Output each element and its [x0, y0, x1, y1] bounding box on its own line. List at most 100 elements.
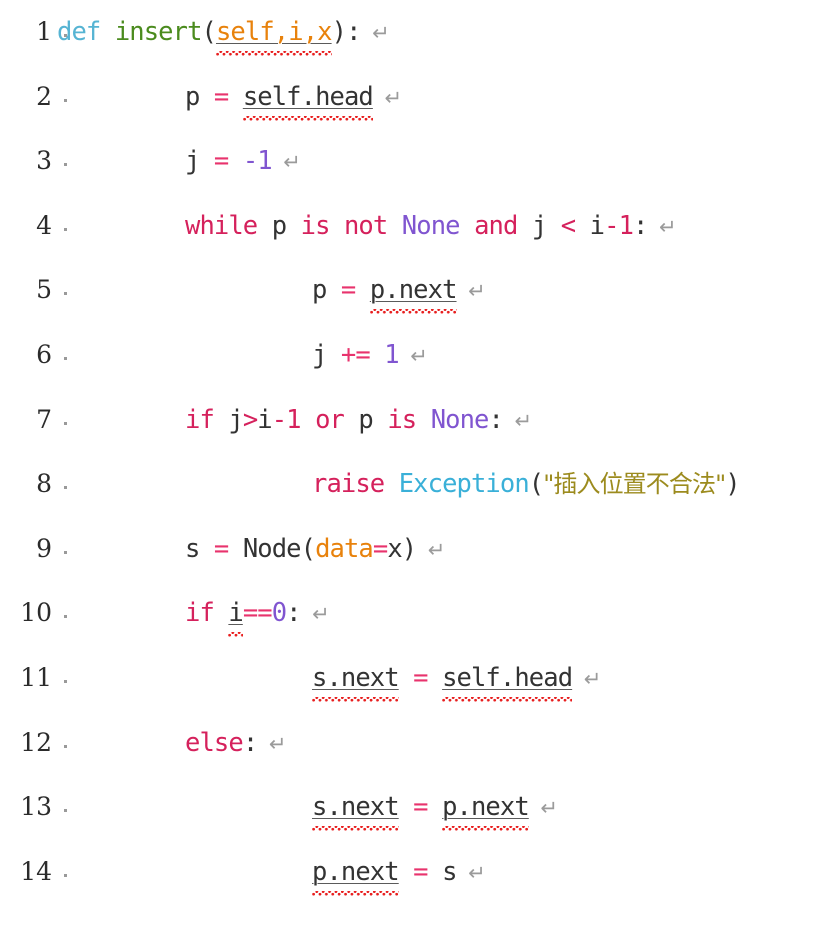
- code-token: data: [315, 533, 374, 564]
- code-lines-container: 1 def insert(self,i,x): ↵ 2 p = self.head ↵…: [0, 0, 824, 904]
- code-line[interactable]: 9s = Node(data=x) ↵: [0, 517, 824, 582]
- code-text[interactable]: j = -1 ↵: [52, 129, 824, 195]
- line-number: 5: [36, 275, 52, 305]
- code-token: (: [528, 469, 544, 500]
- code-line[interactable]: 1 def insert(self,i,x): ↵: [0, 0, 824, 65]
- code-token: Node: [242, 533, 302, 564]
- code-token: x: [387, 533, 402, 564]
- code-editor[interactable]: 1 def insert(self,i,x): ↵ 2 p = self.head ↵…: [0, 0, 824, 930]
- code-line[interactable]: 6j += 1 ↵: [0, 323, 824, 388]
- code-line[interactable]: 7 if j>i-1 or p is None: ↵: [0, 388, 824, 453]
- code-text[interactable]: s.next = self.head ↵: [52, 646, 824, 712]
- code-token: :: [346, 17, 361, 47]
- code-token: p: [312, 275, 327, 306]
- code-token: p.next: [312, 856, 400, 887]
- code-line[interactable]: 13 s.next = p.next ↵: [0, 775, 824, 840]
- code-text[interactable]: raise Exception("插入位置不合法"): [52, 452, 824, 517]
- code-token: "插入位置不合法": [543, 470, 726, 499]
- code-token: self.head: [242, 81, 374, 112]
- line-number: 1: [36, 17, 52, 46]
- code-line[interactable]: 8 raise Exception("插入位置不合法"): [0, 452, 824, 517]
- code-text[interactable]: while p is not None and j < i-1: ↵: [52, 194, 824, 260]
- carriage-return-icon: ↵: [456, 279, 486, 304]
- carriage-return-icon: ↵: [572, 666, 602, 691]
- code-text[interactable]: else: ↵: [52, 711, 824, 777]
- code-text[interactable]: s = Node(data=x) ↵: [52, 517, 824, 583]
- line-number: 13: [20, 792, 52, 822]
- code-token: None: [401, 210, 461, 241]
- line-number: 11: [20, 662, 52, 692]
- code-token: i: [228, 598, 243, 629]
- code-line[interactable]: 11 s.next = self.head ↵: [0, 646, 824, 711]
- code-text[interactable]: s.next = p.next ↵: [52, 775, 824, 841]
- code-token: s.next: [312, 792, 400, 823]
- code-line[interactable]: 14 p.next = s ↵: [0, 840, 824, 905]
- code-token: ==: [242, 598, 273, 629]
- code-token: j: [517, 210, 561, 241]
- code-text[interactable]: p.next = s ↵: [52, 840, 824, 906]
- code-token: +=: [340, 339, 371, 370]
- carriage-return-icon: ↵: [360, 21, 390, 45]
- line-number: 4: [36, 210, 52, 240]
- code-token: :: [633, 210, 648, 241]
- code-token: None: [430, 404, 490, 435]
- code-token: =: [213, 146, 229, 177]
- code-token: insert: [114, 17, 203, 47]
- code-token: =: [413, 662, 428, 693]
- code-line[interactable]: 5p = p.next ↵: [0, 258, 824, 323]
- code-token: ): [331, 17, 347, 47]
- code-token: while: [185, 210, 258, 241]
- code-token: (: [300, 533, 316, 564]
- code-line[interactable]: 12 else: ↵: [0, 711, 824, 776]
- code-token: =: [413, 792, 428, 823]
- code-token: =: [213, 81, 229, 112]
- code-text[interactable]: p = self.head ↵: [52, 65, 824, 131]
- code-token: i: [575, 210, 605, 241]
- code-line[interactable]: 2p = self.head ↵: [0, 65, 824, 130]
- line-number: 12: [20, 727, 52, 757]
- carriage-return-icon: ↵: [398, 343, 428, 368]
- line-number: 9: [36, 533, 52, 563]
- code-text[interactable]: if i==0: ↵: [52, 581, 824, 647]
- code-text[interactable]: j += 1 ↵: [52, 323, 824, 389]
- code-token: =: [213, 533, 229, 564]
- code-text[interactable]: p = p.next ↵: [52, 258, 824, 324]
- carriage-return-icon: ↵: [257, 731, 287, 756]
- code-token: 0: [271, 598, 287, 629]
- code-token: and: [474, 210, 518, 241]
- code-token: -1: [604, 210, 634, 241]
- code-text[interactable]: def insert(self,i,x): ↵: [52, 0, 824, 66]
- code-token: :: [488, 404, 504, 435]
- line-number: 6: [36, 339, 52, 369]
- code-token: j: [312, 339, 327, 370]
- code-line[interactable]: 10 if i==0: ↵: [0, 581, 824, 646]
- carriage-return-icon: ↵: [456, 860, 486, 885]
- code-token: <: [560, 210, 576, 241]
- carriage-return-icon: ↵: [271, 150, 301, 175]
- carriage-return-icon: ↵: [372, 85, 402, 110]
- line-number: 7: [36, 404, 52, 434]
- code-line[interactable]: 3j = -1 ↵: [0, 129, 824, 194]
- code-line[interactable]: 4 while p is not None and j < i-1: ↵: [0, 194, 824, 259]
- code-token: 1: [384, 339, 399, 370]
- code-text[interactable]: if j>i-1 or p is None: ↵: [52, 388, 824, 454]
- carriage-return-icon: ↵: [528, 796, 558, 821]
- code-token: self,i,x: [215, 17, 333, 47]
- code-token: s: [442, 856, 457, 887]
- code-token: s.next: [312, 662, 400, 693]
- code-token: j: [185, 146, 200, 177]
- code-token: =: [372, 533, 388, 564]
- carriage-return-icon: ↵: [647, 214, 677, 239]
